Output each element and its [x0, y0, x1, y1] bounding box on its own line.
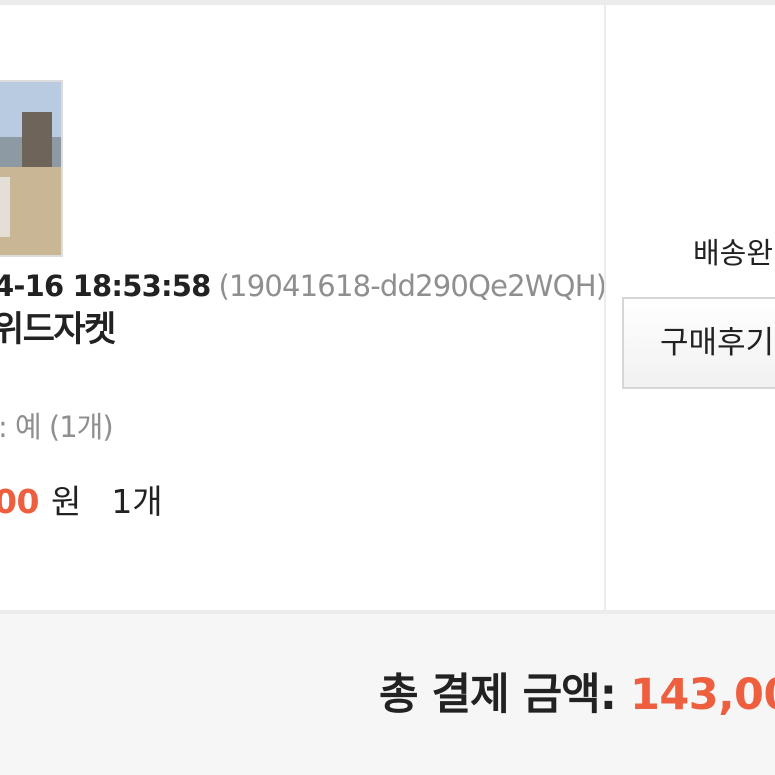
price-line: 00 원 1개	[0, 476, 163, 528]
order-detail-screen: 4-16 18:53:58 (19041618-dd290Qe2WQH) 위드자켓…	[0, 0, 775, 775]
product-thumbnail[interactable]	[0, 80, 63, 257]
total-payment: 총 결제 금액:143,00	[379, 663, 775, 727]
write-review-button[interactable]: 구매후기	[622, 297, 775, 389]
order-number: (19041618-dd290Qe2WQH)	[218, 269, 608, 303]
total-label: 총 결제 금액:	[379, 670, 617, 720]
item-price: 00	[0, 482, 39, 521]
delivery-status: 배송완	[693, 236, 774, 270]
item-quantity: 1개	[111, 482, 163, 521]
product-name[interactable]: 위드자켓	[0, 304, 116, 356]
column-divider	[604, 5, 606, 610]
product-option: : 예 (1개)	[0, 410, 114, 444]
order-date: 4-16 18:53:58	[0, 269, 211, 303]
order-meta: 4-16 18:53:58 (19041618-dd290Qe2WQH)	[0, 262, 608, 310]
price-unit: 원	[50, 482, 82, 521]
product-photo	[0, 82, 61, 255]
total-amount: 143,00	[629, 670, 775, 720]
